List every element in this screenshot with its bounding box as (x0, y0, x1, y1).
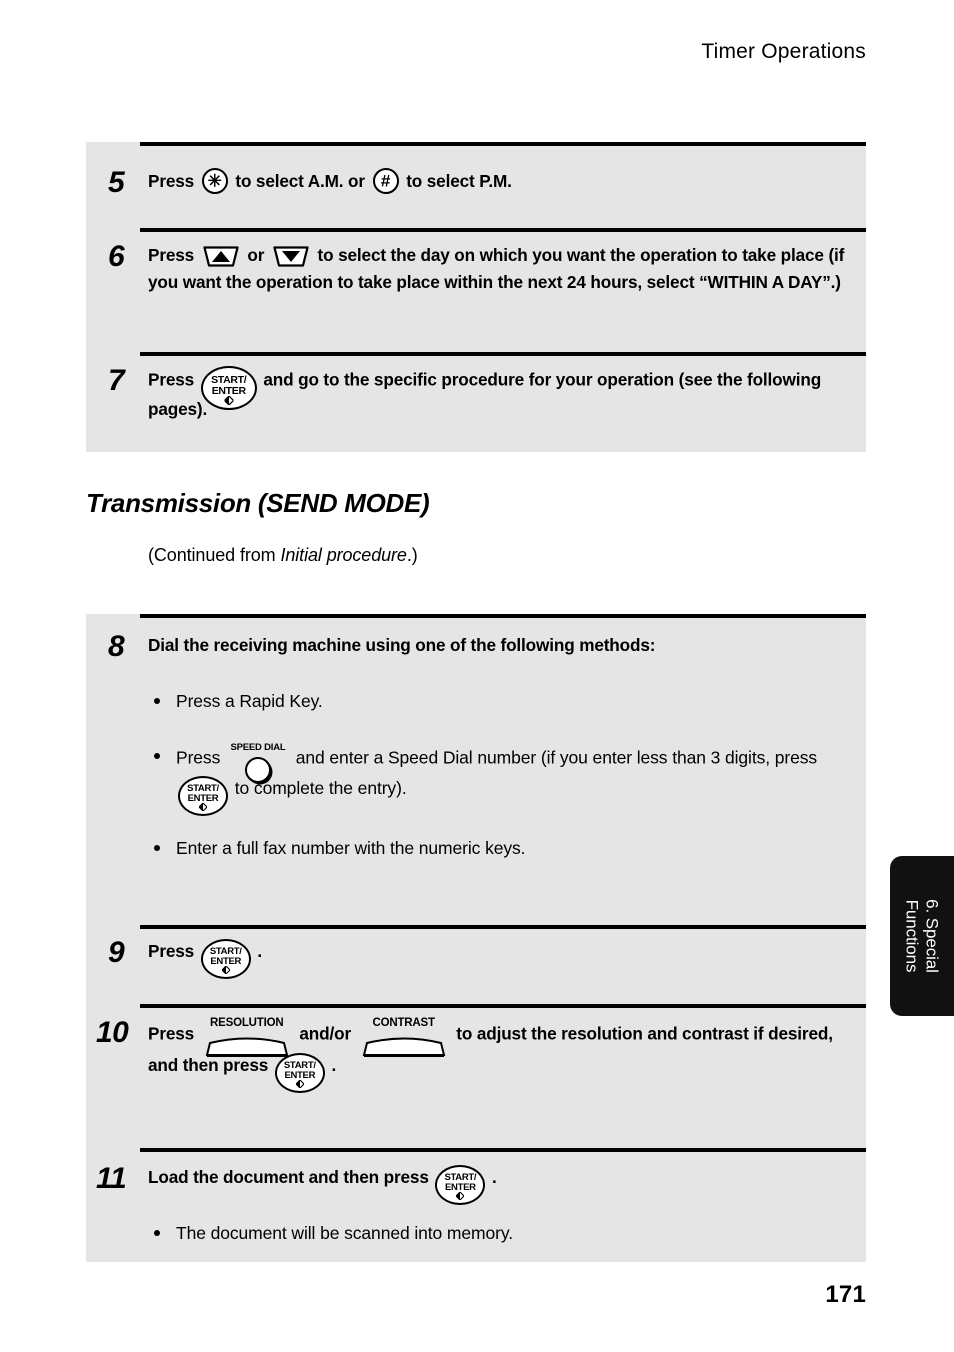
step-text: Press START/ ENTER . (148, 938, 866, 979)
step-text: Press RESOLUTION and/or CONTRAST to adju… (148, 1017, 866, 1093)
speed-dial-key-icon[interactable]: SPEED DIAL (227, 743, 289, 785)
step-rule (140, 228, 866, 232)
subtitle-italic: Initial procedure (280, 545, 407, 565)
chapter-side-tab-line1: 6. Special (922, 899, 942, 973)
step-text-fragment: Dial the receiving machine using one of … (148, 635, 656, 655)
step-text: Press START/ ENTER and go to the specifi… (148, 366, 866, 422)
bullet-icon (154, 845, 160, 852)
step-number: 10 (96, 1016, 129, 1049)
step-text-fragment: Press (148, 171, 195, 191)
step-7: 7 Press START/ ENTER and go to the speci… (86, 366, 866, 422)
section-subtitle: (Continued from Initial procedure.) (148, 545, 418, 566)
start-diamond-icon (224, 396, 234, 405)
step-text-fragment: Load the document and then press (148, 1167, 429, 1187)
asterisk-glyph: ✳ (207, 171, 222, 191)
step-rule (140, 142, 866, 146)
down-arrow-key-icon[interactable] (272, 244, 310, 269)
step-text-fragment: or (247, 245, 265, 265)
bullet-icon (154, 698, 160, 705)
step-number: 5 (108, 166, 125, 199)
running-head: Timer Operations (701, 40, 866, 63)
list-item: Press a Rapid Key. (148, 688, 866, 715)
step-text: Load the document and then press START/ … (148, 1164, 866, 1205)
start-diamond-icon (221, 965, 230, 974)
speed-dial-knob (245, 757, 271, 784)
step-text-fragment: to select A.M. or (235, 171, 365, 191)
step-text: Dial the receiving machine using one of … (148, 632, 866, 658)
list-item-text: and enter a Speed Dial number (if you en… (295, 747, 818, 768)
start-diamond-icon (456, 1191, 465, 1200)
step-number: 11 (96, 1162, 127, 1195)
step-text-fragment: . (492, 1167, 497, 1187)
pound-glyph: # (380, 171, 391, 191)
step-text-fragment: Press (148, 369, 195, 390)
step-text-fragment: . (257, 941, 263, 961)
contrast-caption: CONTRAST (372, 1017, 435, 1029)
step-rule (140, 1148, 866, 1152)
subtitle-after: .) (406, 545, 418, 565)
step-text: Press or to select the day on which you … (148, 242, 866, 295)
contrast-key-icon[interactable]: CONTRAST (359, 1017, 449, 1058)
step-text-fragment: . (331, 1055, 337, 1075)
pound-key-icon[interactable]: # (372, 168, 399, 195)
section-heading: Transmission (SEND MODE) (86, 488, 430, 518)
list-item-text: Press a Rapid Key. (176, 691, 323, 712)
start-enter-key-line1: START/ (211, 374, 247, 386)
step-5: 5 Press ✳ to select A.M. or # to select … (86, 166, 866, 199)
step-8: 8 Dial the receiving machine using one o… (86, 632, 866, 862)
up-arrow-key-icon[interactable] (202, 244, 240, 269)
step-rule (140, 925, 866, 929)
list-item: The document will be scanned into memory… (148, 1220, 866, 1247)
step-number: 8 (108, 630, 125, 663)
start-enter-key-icon[interactable]: START/ ENTER (200, 366, 257, 410)
step-text-fragment: Press (148, 245, 195, 265)
chapter-side-tab-line2: Functions (903, 899, 922, 973)
list-item-text: Press (176, 747, 221, 768)
step-text-fragment: to select P.M. (406, 171, 512, 191)
start-enter-key-icon[interactable]: START/ ENTER (178, 776, 228, 817)
step-rule (140, 352, 866, 356)
start-enter-key-line2: ENTER (211, 385, 246, 397)
list-item: Press SPEED DIAL and enter a Speed Dial … (148, 743, 866, 817)
step-number: 7 (108, 364, 125, 397)
start-enter-key-icon[interactable]: START/ ENTER (435, 1164, 486, 1205)
step-9: 9 Press START/ ENTER . (86, 936, 866, 979)
asterisk-key-icon[interactable]: ✳ (201, 168, 228, 195)
step-text-fragment: Press (148, 1023, 195, 1044)
step-10: 10 Press RESOLUTION and/or CONTRAST to a… (86, 1016, 866, 1093)
step-text-fragment: Press (148, 941, 195, 961)
start-diamond-icon (199, 803, 207, 812)
list-item-text: Enter a full fax number with the numeric… (176, 838, 526, 859)
step-6: 6 Press or to select the day on which yo… (86, 242, 866, 295)
speed-dial-caption: SPEED DIAL (230, 742, 286, 754)
page-number: 171 (825, 1281, 866, 1308)
list-item-text: The document will be scanned into memory… (176, 1222, 513, 1243)
step-rule (140, 614, 866, 618)
step-number: 6 (108, 240, 125, 273)
start-diamond-icon (295, 1079, 304, 1088)
chapter-side-tab-label: 6. Special Functions (902, 899, 942, 973)
bullet-icon (154, 753, 160, 760)
subtitle-before: (Continued from (148, 545, 281, 565)
resolution-caption: RESOLUTION (210, 1017, 284, 1029)
list-item: Enter a full fax number with the numeric… (148, 835, 866, 862)
step-text: Press ✳ to select A.M. or # to select P.… (148, 168, 866, 195)
step-text-fragment: and/or (299, 1023, 351, 1044)
bullet-icon (154, 1230, 160, 1237)
step-number: 9 (108, 936, 125, 969)
start-enter-key-icon[interactable]: START/ ENTER (274, 1052, 325, 1093)
start-enter-key-icon[interactable]: START/ ENTER (200, 938, 251, 979)
step-rule (140, 1004, 866, 1008)
chapter-side-tab: 6. Special Functions (890, 856, 954, 1016)
step-11: 11 Load the document and then press STAR… (86, 1164, 866, 1247)
